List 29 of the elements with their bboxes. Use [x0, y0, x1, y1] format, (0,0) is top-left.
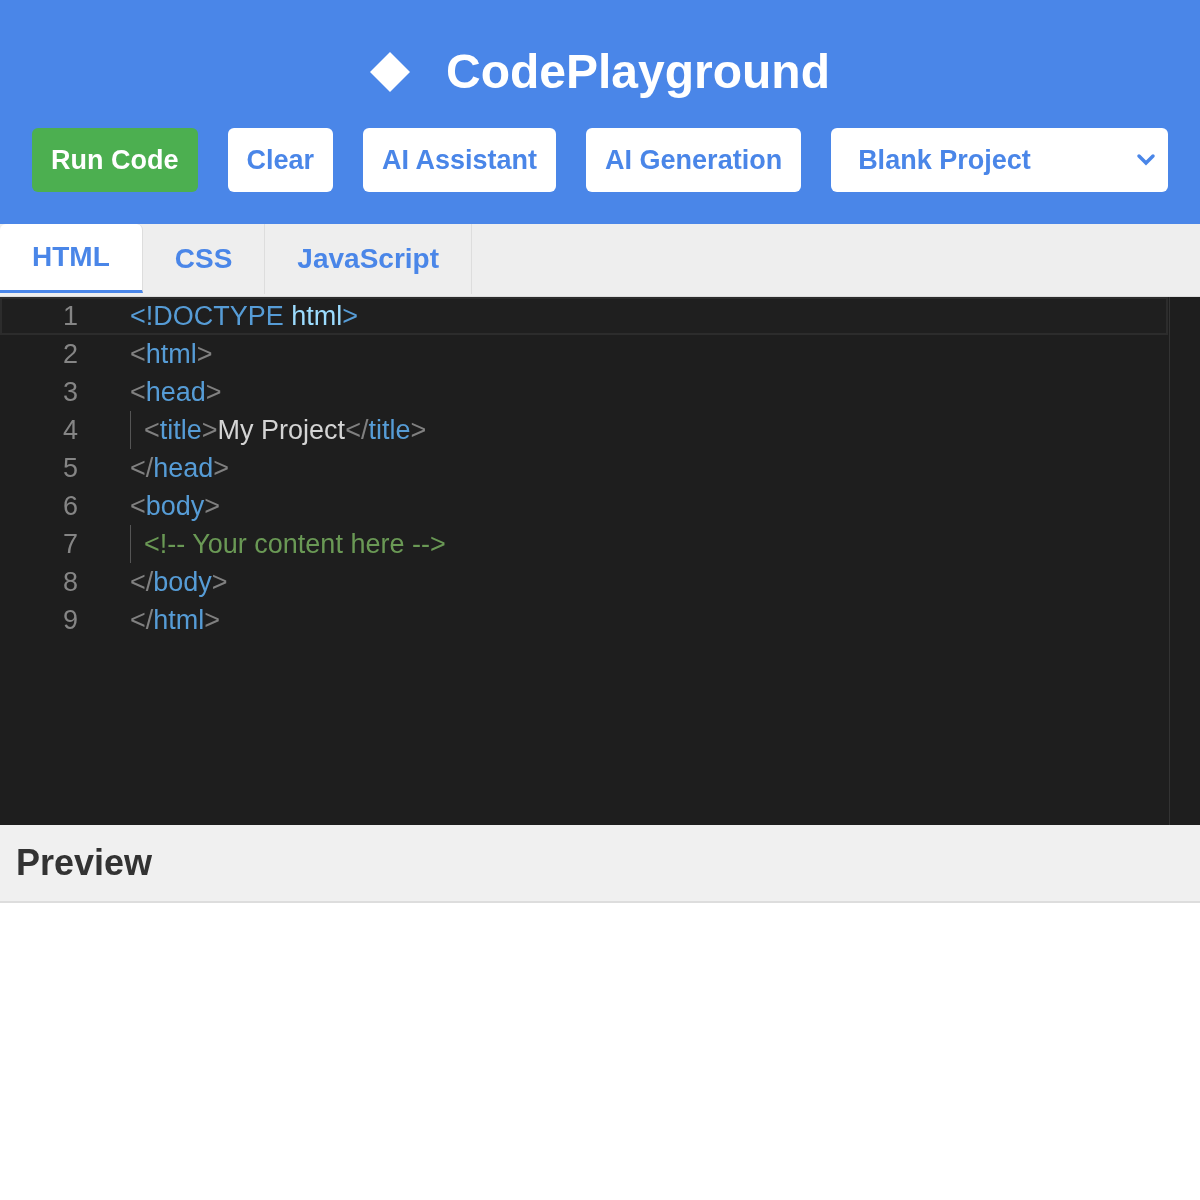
run-button[interactable]: Run Code	[32, 128, 198, 192]
template-select[interactable]: Blank Project	[831, 128, 1168, 192]
code-line: </html>	[130, 604, 221, 637]
line-number: 7	[61, 528, 78, 560]
diamond-logo-icon	[370, 52, 410, 92]
code-line: <title>My Project</title>	[144, 414, 427, 447]
line-number: 3	[61, 376, 78, 408]
code-line: </body>	[130, 566, 228, 599]
code-editor[interactable]: 1 <!DOCTYPE html> 2 <html> 3 <head> 4 <title>My Project</title> 5 </head> 6 <body> 7 <!-- Your content here --> 8 </body> 9 </html>	[0, 297, 1200, 825]
line-number: 5	[61, 452, 78, 484]
app-title: CodePlayground	[446, 44, 830, 100]
toolbar-button[interactable]: Clear	[227, 128, 334, 192]
code-line: <html>	[130, 338, 213, 371]
code-line: <head>	[130, 376, 222, 409]
chevron-down-icon	[1136, 153, 1156, 167]
toolbar-button[interactable]: AI Generation	[586, 128, 802, 192]
line-number: 1	[61, 300, 78, 332]
line-number: 2	[61, 338, 78, 370]
toolbar-button[interactable]: AI Assistant	[363, 128, 557, 192]
code-line: <!-- Your content here -->	[144, 528, 446, 561]
code-line: <!DOCTYPE html>	[130, 300, 359, 333]
preview-title: Preview	[16, 842, 153, 884]
editor-tab[interactable]: HTML	[0, 224, 143, 293]
line-number: 6	[61, 490, 78, 522]
code-line: </head>	[130, 452, 230, 485]
line-number: 8	[61, 566, 78, 598]
line-number: 4	[61, 414, 78, 446]
code-line: <body>	[130, 490, 221, 523]
line-number: 9	[61, 604, 78, 636]
